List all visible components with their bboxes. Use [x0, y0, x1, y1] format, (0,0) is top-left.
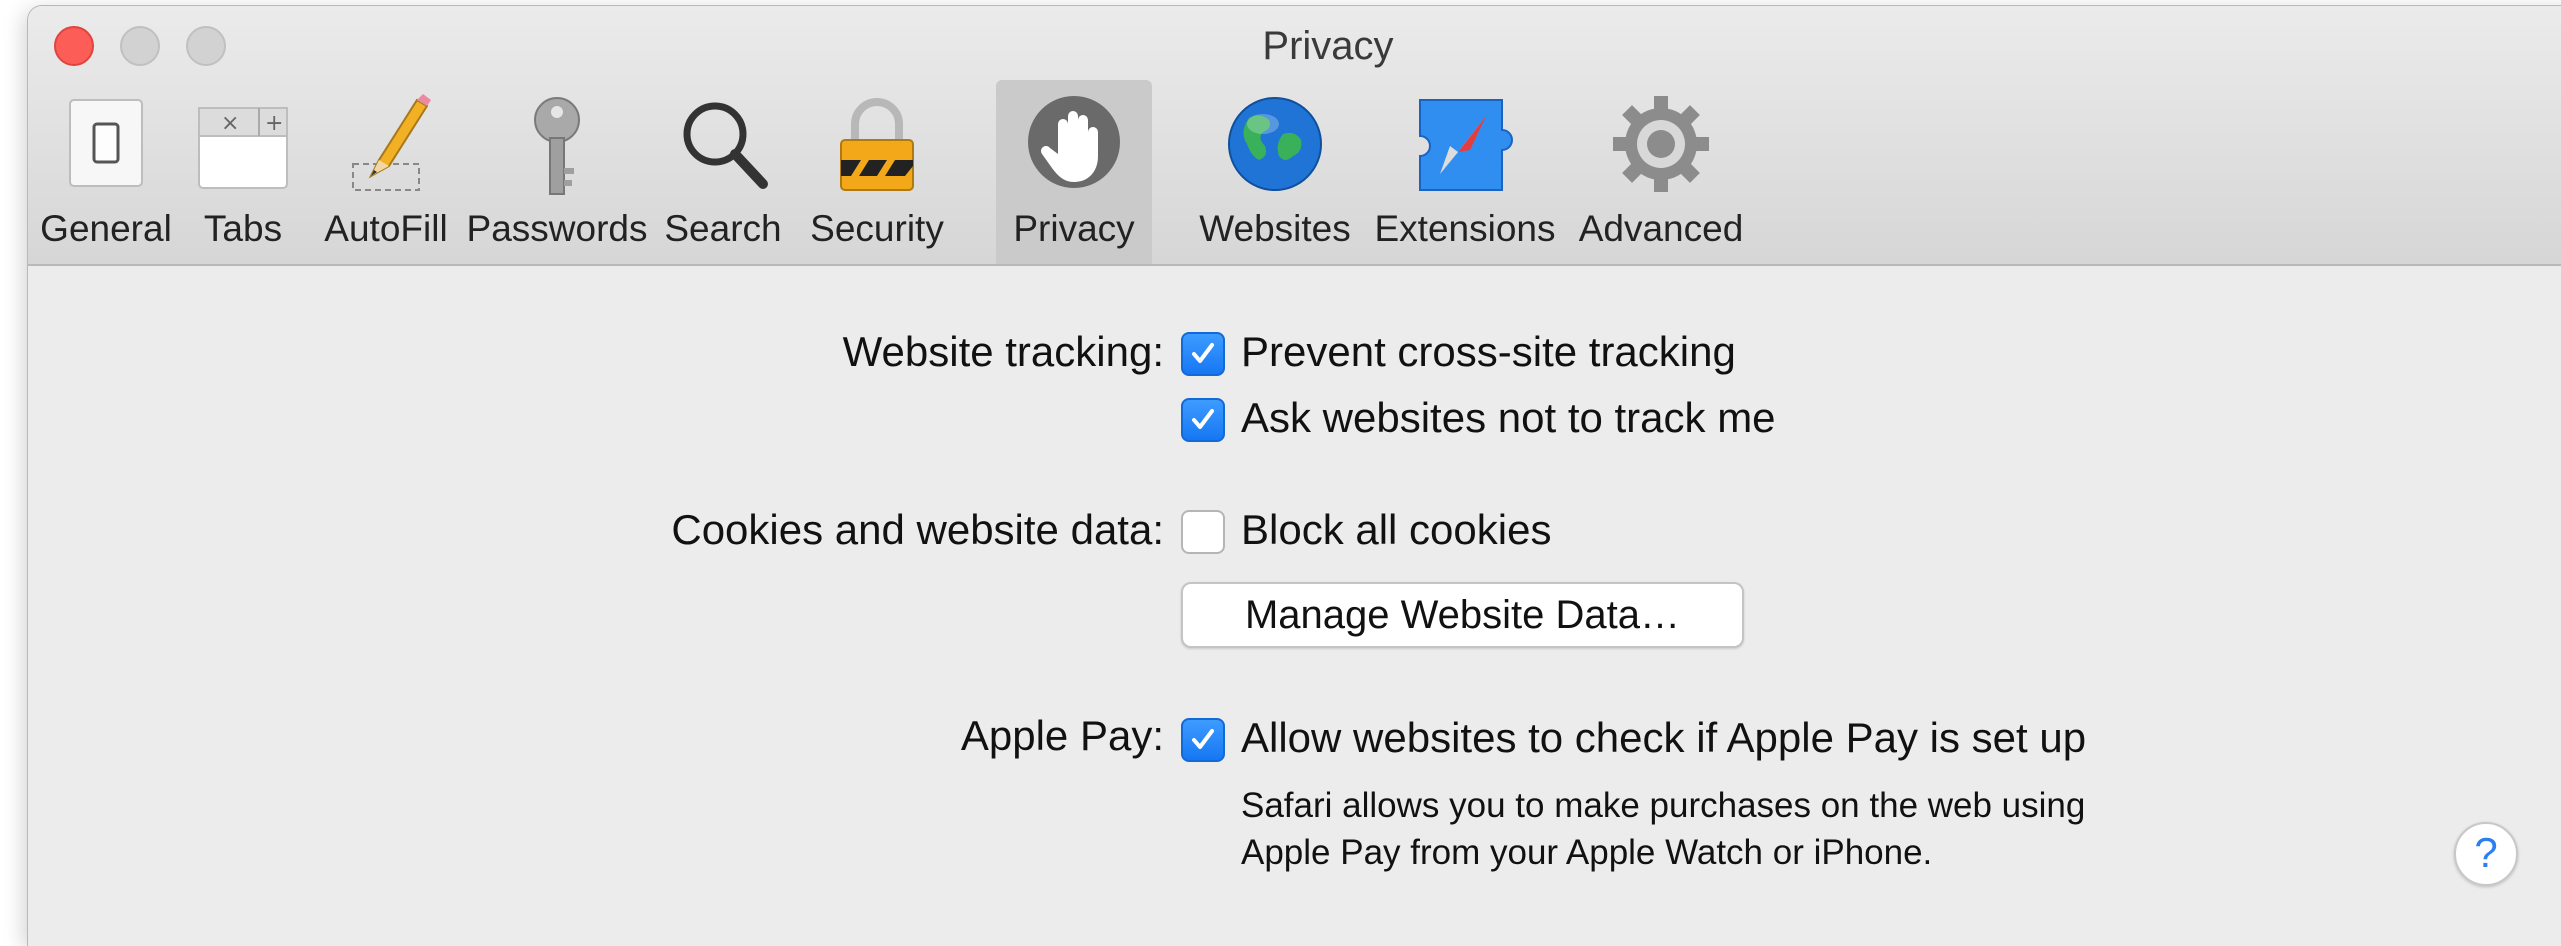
block-all-cookies-checkbox[interactable]: [1181, 510, 1225, 554]
cookies-label: Cookies and website data:: [671, 506, 1164, 553]
minimize-button[interactable]: [120, 26, 160, 66]
tab-extensions[interactable]: Extensions: [1362, 80, 1568, 264]
hand-icon: [996, 94, 1152, 198]
tab-autofill[interactable]: AutoFill: [310, 80, 462, 264]
titlebar: Privacy General × + Tabs AutoFill Passwo…: [28, 6, 2561, 266]
svg-text:+: +: [265, 111, 283, 136]
tab-tabs-label: Tabs: [203, 208, 283, 249]
tab-advanced[interactable]: Advanced: [1568, 80, 1754, 264]
tab-search[interactable]: Search: [652, 80, 794, 264]
pencil-icon: [310, 94, 462, 198]
allow-apple-pay-check-checkbox[interactable]: [1181, 718, 1225, 762]
prevent-cross-site-tracking-label[interactable]: Prevent cross-site tracking: [1241, 328, 1736, 376]
puzzle-compass-icon: [1362, 94, 1568, 198]
globe-icon: [1188, 94, 1362, 198]
tab-security[interactable]: Security: [794, 80, 960, 264]
tab-security-label: Security: [810, 208, 944, 249]
apple-pay-description-line2: Apple Pay from your Apple Watch or iPhon…: [1241, 833, 1933, 872]
window-title: Privacy: [1262, 24, 1394, 68]
magnifier-icon: [652, 94, 794, 198]
tab-autofill-label: AutoFill: [324, 208, 448, 249]
apple-pay-label: Apple Pay:: [960, 712, 1164, 759]
apple-pay-description-line1: Safari allows you to make purchases on t…: [1241, 786, 2086, 825]
help-button[interactable]: ?: [2454, 822, 2518, 886]
tab-websites[interactable]: Websites: [1188, 80, 1362, 264]
tab-privacy[interactable]: Privacy: [996, 80, 1152, 264]
tab-extensions-label: Extensions: [1374, 208, 1556, 249]
tab-privacy-label: Privacy: [1013, 208, 1135, 249]
tab-search-label: Search: [664, 208, 782, 249]
preferences-window: Privacy General × + Tabs AutoFill Passwo…: [28, 6, 2561, 946]
allow-apple-pay-check-label[interactable]: Allow websites to check if Apple Pay is …: [1241, 714, 2086, 762]
checkmark-icon: [1192, 409, 1214, 429]
website-tracking-label: Website tracking:: [842, 328, 1164, 375]
tab-passwords[interactable]: Passwords: [462, 80, 652, 264]
manage-website-data-button[interactable]: Manage Website Data…: [1181, 582, 1744, 648]
tabs-icon: × +: [176, 94, 310, 198]
ask-not-track-checkbox[interactable]: [1181, 398, 1225, 442]
zoom-button[interactable]: [186, 26, 226, 66]
tab-advanced-label: Advanced: [1578, 208, 1744, 249]
block-all-cookies-label[interactable]: Block all cookies: [1241, 506, 1551, 554]
ask-not-track-label[interactable]: Ask websites not to track me: [1241, 394, 1776, 442]
gear-icon: [1568, 94, 1754, 198]
key-icon: [462, 94, 652, 198]
tab-passwords-label: Passwords: [466, 208, 648, 249]
checkmark-icon: [1192, 729, 1214, 749]
general-switch-icon: [36, 94, 176, 198]
padlock-icon: [794, 94, 960, 198]
checkmark-icon: [1192, 343, 1214, 363]
privacy-pane: Website tracking: Prevent cross-site tra…: [28, 266, 2561, 946]
tab-websites-label: Websites: [1199, 208, 1351, 249]
tab-general-label: General: [40, 208, 172, 249]
prevent-cross-site-tracking-checkbox[interactable]: [1181, 332, 1225, 376]
svg-text:×: ×: [221, 111, 239, 136]
tab-tabs[interactable]: × + Tabs: [176, 80, 310, 264]
close-button[interactable]: [54, 26, 94, 66]
tab-general[interactable]: General: [36, 80, 176, 264]
